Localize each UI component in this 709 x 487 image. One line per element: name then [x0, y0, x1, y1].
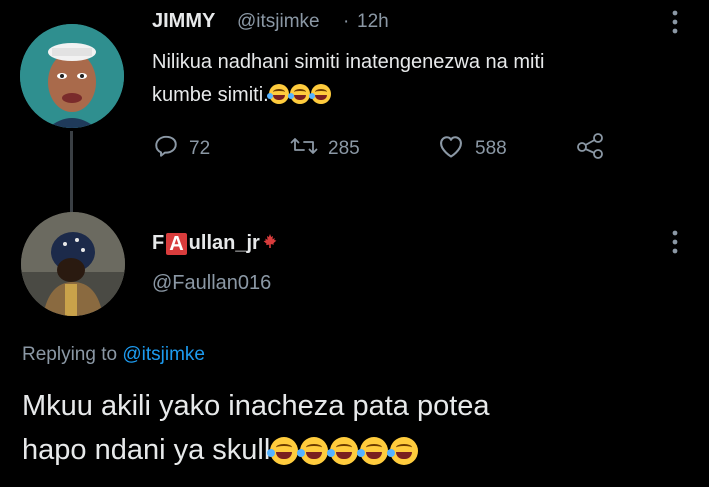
retweet-count: 285: [328, 138, 360, 159]
like-count: 588: [475, 138, 507, 159]
laughing-emoji: [266, 84, 289, 104]
reply-icon: [153, 133, 179, 165]
like-button[interactable]: 588: [437, 133, 507, 165]
laughing-emoji: [387, 437, 419, 465]
tweet-text-line1: Nilikua nadhani simiti inatengenezwa na …: [152, 51, 545, 73]
author-handle[interactable]: @itsjimke: [237, 11, 320, 33]
replying-label: Replying to: [22, 344, 118, 365]
laughing-emoji: [327, 437, 359, 465]
replying-to: Replying to @itsjimke: [22, 344, 205, 366]
share-button[interactable]: [576, 133, 606, 165]
avatar-jimmy[interactable]: [20, 24, 124, 128]
more-icon[interactable]: [668, 228, 682, 261]
avatar-faullan[interactable]: [21, 212, 125, 316]
tweet-text-line2: kumbe simiti.: [152, 79, 672, 112]
laughing-emoji: [357, 437, 389, 465]
replying-mention-link[interactable]: @itsjimke: [122, 344, 205, 365]
reply-button[interactable]: 72: [153, 133, 210, 165]
heart-icon: [437, 133, 465, 165]
name-suffix: ullan_jr: [188, 232, 260, 254]
laughing-emoji: [308, 84, 331, 104]
laughing-emoji: [287, 84, 310, 104]
retweet-button[interactable]: 285: [290, 133, 360, 165]
reply-author-name[interactable]: F A ullan_jr: [152, 232, 278, 255]
reply-count: 72: [189, 138, 211, 159]
separator-dot: ·: [343, 11, 350, 32]
retweet-icon: [290, 133, 318, 165]
reply-text-line2-text: hapo ndani ya skull: [22, 434, 271, 466]
name-letter-badge: A: [166, 232, 187, 255]
more-icon[interactable]: [668, 8, 682, 41]
author-name[interactable]: JIMMY: [152, 10, 215, 33]
tweet-text-line2-text: kumbe simiti.: [152, 84, 269, 106]
maple-leaf-icon: [262, 232, 278, 255]
thread-line: [70, 131, 73, 213]
tweet-text: Nilikua nadhani simiti inatengenezwa na …: [152, 46, 672, 112]
laughing-emoji: [267, 437, 299, 465]
reply-author-handle[interactable]: @Faullan016: [152, 272, 271, 295]
share-icon: [576, 133, 606, 165]
reply-text: Mkuu akili yako inacheza pata potea hapo…: [22, 384, 692, 472]
reply-text-line2: hapo ndani ya skull: [22, 428, 692, 472]
reply-text-line1: Mkuu akili yako inacheza pata potea: [22, 390, 490, 422]
laughing-emoji: [297, 437, 329, 465]
tweet-time[interactable]: 12h: [357, 11, 389, 33]
name-prefix: F: [152, 232, 165, 254]
